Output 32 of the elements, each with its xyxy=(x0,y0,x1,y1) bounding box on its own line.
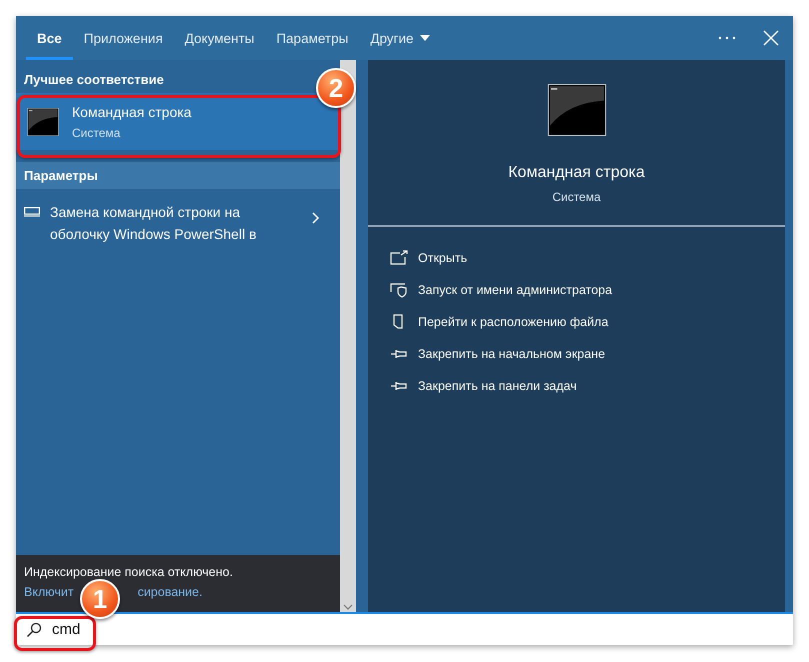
preview-title: Командная строка xyxy=(508,164,645,182)
section-heading: Параметры xyxy=(16,162,340,189)
app-title: Командная строка xyxy=(72,104,192,120)
more-icon xyxy=(718,36,736,40)
action-link[interactable]: Закрепить на панели задач xyxy=(418,378,577,392)
search-field[interactable]: cmd xyxy=(16,612,793,645)
action-link[interactable]: Запуск от имени администратора xyxy=(418,282,612,296)
monitor-icon xyxy=(24,207,40,217)
open-icon xyxy=(390,250,408,266)
tab[interactable]: Документы xyxy=(174,16,266,60)
enable-link[interactable]: Включит xyxy=(24,585,74,599)
chevron-icon xyxy=(312,212,320,224)
settings-result[interactable]: Замена командной строки на оболочку Windows PowerShell в xyxy=(50,201,278,245)
caret-icon xyxy=(420,35,430,41)
terminal-icon xyxy=(26,108,60,136)
close-icon xyxy=(763,30,779,46)
tab[interactable]: Приложения xyxy=(72,16,174,60)
notice-text: Индексирование поиска отключено. xyxy=(24,565,234,579)
shield-icon xyxy=(390,282,408,298)
action-link[interactable]: Открыть xyxy=(418,250,468,264)
chevron-down-icon xyxy=(343,604,353,610)
section-heading: Лучшее соответствие xyxy=(23,71,165,89)
search-icon xyxy=(26,622,42,638)
enable-link[interactable]: сирование. xyxy=(138,585,202,599)
action-link[interactable]: Закрепить на начальном экране xyxy=(418,346,606,360)
preview-subtitle: Система xyxy=(552,190,601,204)
app-subtitle: Система xyxy=(72,126,122,140)
tab[interactable]: Другие xyxy=(359,16,441,60)
search-input[interactable]: cmd xyxy=(52,621,652,638)
tab[interactable]: Параметры xyxy=(265,16,360,60)
action-link[interactable]: Перейти к расположению файла xyxy=(418,314,608,328)
terminal-icon xyxy=(546,84,608,136)
